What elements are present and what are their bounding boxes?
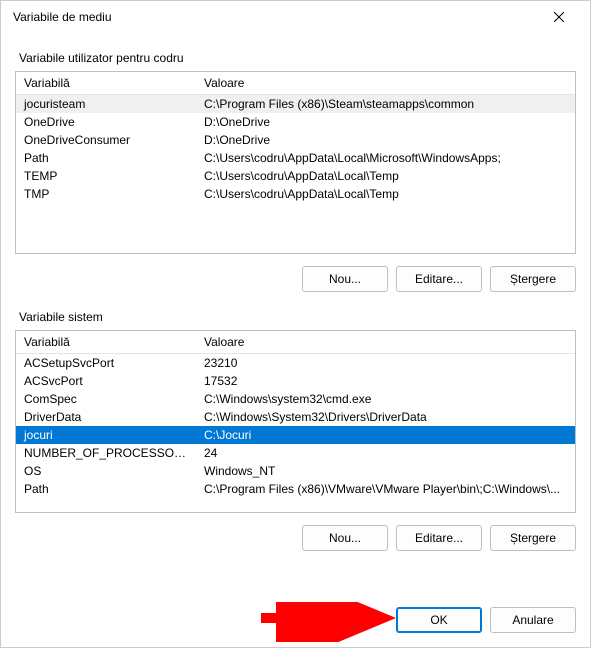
system-vars-tablewrap: Variabilă Valoare ACSetupSvcPort23210ACS…: [15, 330, 576, 513]
table-row[interactable]: OneDriveD:\OneDrive: [16, 113, 575, 131]
table-row[interactable]: PathC:\Users\codru\AppData\Local\Microso…: [16, 149, 575, 167]
cell-name: Path: [16, 480, 196, 498]
user-vars-table[interactable]: Variabilă Valoare jocuristeamC:\Program …: [16, 72, 575, 203]
sys-edit-button[interactable]: Editare...: [396, 525, 482, 551]
sys-delete-button[interactable]: Ștergere: [490, 525, 576, 551]
table-row[interactable]: NUMBER_OF_PROCESSORS24: [16, 444, 575, 462]
cell-name: jocuri: [16, 426, 196, 444]
table-row[interactable]: jocuriC:\Jocuri: [16, 426, 575, 444]
cell-value: 17532: [196, 372, 575, 390]
titlebar: Variabile de mediu: [1, 1, 590, 33]
cell-name: OS: [16, 462, 196, 480]
table-row[interactable]: PathC:\Program Files (x86)\VMware\VMware…: [16, 480, 575, 498]
user-new-button[interactable]: Nou...: [302, 266, 388, 292]
cell-value: 23210: [196, 354, 575, 373]
user-vars-label: Variabile utilizator pentru codru: [15, 51, 576, 65]
user-col-value[interactable]: Valoare: [196, 72, 575, 95]
cell-value: C:\Jocuri: [196, 426, 575, 444]
cell-name: Path: [16, 149, 196, 167]
system-vars-table[interactable]: Variabilă Valoare ACSetupSvcPort23210ACS…: [16, 331, 575, 498]
table-row[interactable]: ACSetupSvcPort23210: [16, 354, 575, 373]
cell-value: C:\Program Files (x86)\Steam\steamapps\c…: [196, 95, 575, 114]
system-vars-group: Variabile sistem Variabilă Valoare ACSet…: [15, 310, 576, 551]
env-vars-dialog: Variabile de mediu Variabile utilizator …: [0, 0, 591, 648]
user-vars-tablewrap: Variabilă Valoare jocuristeamC:\Program …: [15, 71, 576, 254]
window-title: Variabile de mediu: [13, 10, 536, 24]
table-row[interactable]: ACSvcPort17532: [16, 372, 575, 390]
table-row[interactable]: jocuristeamC:\Program Files (x86)\Steam\…: [16, 95, 575, 114]
cell-name: OneDriveConsumer: [16, 131, 196, 149]
cell-name: ACSvcPort: [16, 372, 196, 390]
user-vars-scroll[interactable]: Variabilă Valoare jocuristeamC:\Program …: [16, 72, 575, 253]
dialog-footer: OK Anulare: [15, 591, 576, 633]
sys-col-name[interactable]: Variabilă: [16, 331, 196, 354]
cancel-button[interactable]: Anulare: [490, 607, 576, 633]
cell-value: D:\OneDrive: [196, 113, 575, 131]
cell-name: TEMP: [16, 167, 196, 185]
cell-name: jocuristeam: [16, 95, 196, 114]
cell-name: NUMBER_OF_PROCESSORS: [16, 444, 196, 462]
cell-value: 24: [196, 444, 575, 462]
cell-name: ComSpec: [16, 390, 196, 408]
cell-value: C:\Program Files (x86)\VMware\VMware Pla…: [196, 480, 575, 498]
user-delete-button[interactable]: Ștergere: [490, 266, 576, 292]
table-row[interactable]: OSWindows_NT: [16, 462, 575, 480]
cell-name: TMP: [16, 185, 196, 203]
cell-value: C:\Users\codru\AppData\Local\Temp: [196, 185, 575, 203]
user-edit-button[interactable]: Editare...: [396, 266, 482, 292]
table-row[interactable]: ComSpecC:\Windows\system32\cmd.exe: [16, 390, 575, 408]
table-row[interactable]: TMPC:\Users\codru\AppData\Local\Temp: [16, 185, 575, 203]
table-row[interactable]: TEMPC:\Users\codru\AppData\Local\Temp: [16, 167, 575, 185]
cell-value: D:\OneDrive: [196, 131, 575, 149]
user-col-name[interactable]: Variabilă: [16, 72, 196, 95]
cell-value: C:\Windows\system32\cmd.exe: [196, 390, 575, 408]
cell-value: Windows_NT: [196, 462, 575, 480]
cell-name: DriverData: [16, 408, 196, 426]
ok-button[interactable]: OK: [396, 607, 482, 633]
user-vars-group: Variabile utilizator pentru codru Variab…: [15, 51, 576, 292]
system-vars-buttons: Nou... Editare... Ștergere: [15, 525, 576, 551]
table-row[interactable]: DriverDataC:\Windows\System32\Drivers\Dr…: [16, 408, 575, 426]
user-vars-buttons: Nou... Editare... Ștergere: [15, 266, 576, 292]
system-vars-scroll[interactable]: Variabilă Valoare ACSetupSvcPort23210ACS…: [16, 331, 575, 512]
client-area: Variabile utilizator pentru codru Variab…: [1, 33, 590, 647]
cell-value: C:\Users\codru\AppData\Local\Microsoft\W…: [196, 149, 575, 167]
cell-value: C:\Users\codru\AppData\Local\Temp: [196, 167, 575, 185]
close-icon: [554, 12, 564, 22]
cell-value: C:\Windows\System32\Drivers\DriverData: [196, 408, 575, 426]
cell-name: OneDrive: [16, 113, 196, 131]
sys-new-button[interactable]: Nou...: [302, 525, 388, 551]
close-button[interactable]: [536, 1, 582, 33]
sys-col-value[interactable]: Valoare: [196, 331, 575, 354]
table-row[interactable]: OneDriveConsumerD:\OneDrive: [16, 131, 575, 149]
system-vars-label: Variabile sistem: [15, 310, 576, 324]
cell-name: ACSetupSvcPort: [16, 354, 196, 373]
